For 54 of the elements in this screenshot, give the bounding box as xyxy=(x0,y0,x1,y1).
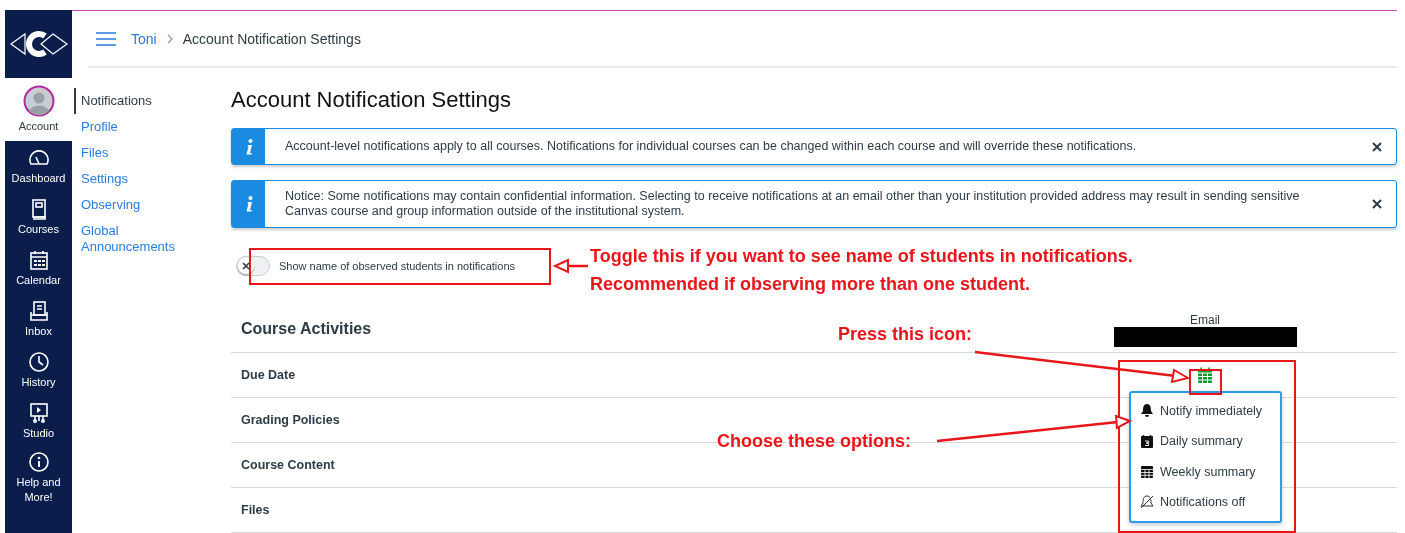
section-heading: Course Activities xyxy=(241,320,372,337)
close-icon[interactable] xyxy=(1372,199,1382,209)
bell-icon xyxy=(1140,403,1154,419)
sidebar-item[interactable]: Profile xyxy=(74,114,191,140)
page-title: Account Notification Settings xyxy=(231,87,513,113)
logo-icon xyxy=(8,29,69,59)
nav-item[interactable]: Help and More! xyxy=(5,447,72,509)
nav-item[interactable]: Account xyxy=(5,78,72,141)
annotation-text: Press this icon: xyxy=(838,323,973,345)
nav-item[interactable]: Studio xyxy=(5,396,72,447)
alert-text: Notice: Some notifications may contain confidential information. Selecting to receive notifications at an email other than your institution provided address may result in sending sensitive Canvas course and group information outside of the institutional system. xyxy=(284,188,1301,220)
close-icon[interactable] xyxy=(1372,141,1382,152)
chevron-icon xyxy=(166,33,173,44)
sidebar-item[interactable]: Notifications xyxy=(74,88,191,114)
presentation-icon xyxy=(27,402,50,424)
sidebar-item[interactable]: Settings xyxy=(74,166,191,192)
calendar-day-icon xyxy=(1140,433,1154,449)
menu-item[interactable]: Daily summary xyxy=(1140,431,1280,451)
nav-item[interactable]: Inbox xyxy=(5,294,72,345)
info-icon xyxy=(244,196,253,212)
breadcrumb-current: Account Notification Settings xyxy=(182,30,361,47)
sidebar-item[interactable]: Observing xyxy=(74,192,191,218)
annotation-text: Toggle this if you want to see name of students in notifications. xyxy=(590,245,1133,267)
row-label: Files xyxy=(241,503,270,517)
breadcrumb-link[interactable]: Toni xyxy=(131,30,157,47)
nav-item[interactable]: History xyxy=(5,345,72,396)
clock-icon xyxy=(27,351,50,373)
info-icon xyxy=(244,138,253,155)
bell-off-icon xyxy=(1140,494,1154,510)
calendar-icon xyxy=(1140,464,1154,480)
row-label: Grading Policies xyxy=(241,413,340,427)
toggle-label: Show name of observed students in notifications xyxy=(279,260,516,272)
menu-item[interactable]: Weekly summary xyxy=(1140,462,1280,482)
arrow xyxy=(552,258,588,274)
nav-item[interactable]: Calendar xyxy=(5,243,72,294)
annotation-text: Recommended if observing more than one student. xyxy=(590,273,1031,295)
menu-item[interactable]: Notify immediately xyxy=(1140,401,1280,421)
nav-item[interactable]: Courses xyxy=(5,192,72,243)
inbox-icon xyxy=(27,300,50,322)
menu-item[interactable]: Notifications off xyxy=(1140,492,1280,512)
nav-item[interactable]: Dashboard xyxy=(5,141,72,192)
column-heading: Email xyxy=(1190,314,1220,327)
row-label: Due Date xyxy=(241,368,296,382)
sidebar-item[interactable]: Files xyxy=(74,140,191,166)
sidebar-item[interactable]: Global Announcements xyxy=(74,218,191,260)
close-icon xyxy=(242,262,250,270)
row-label: Course Content xyxy=(241,458,335,472)
toggle-switch[interactable] xyxy=(236,256,270,276)
avatar-icon xyxy=(22,85,55,117)
calendar-icon xyxy=(27,249,50,271)
alert-text: Account-level notifications apply to all courses. Notifications for individual courses can be changed within each course and will override these notifications. xyxy=(284,138,1138,155)
menu-icon[interactable] xyxy=(96,31,116,46)
info-icon xyxy=(27,451,50,473)
annotation-text: Choose these options: xyxy=(717,430,911,452)
